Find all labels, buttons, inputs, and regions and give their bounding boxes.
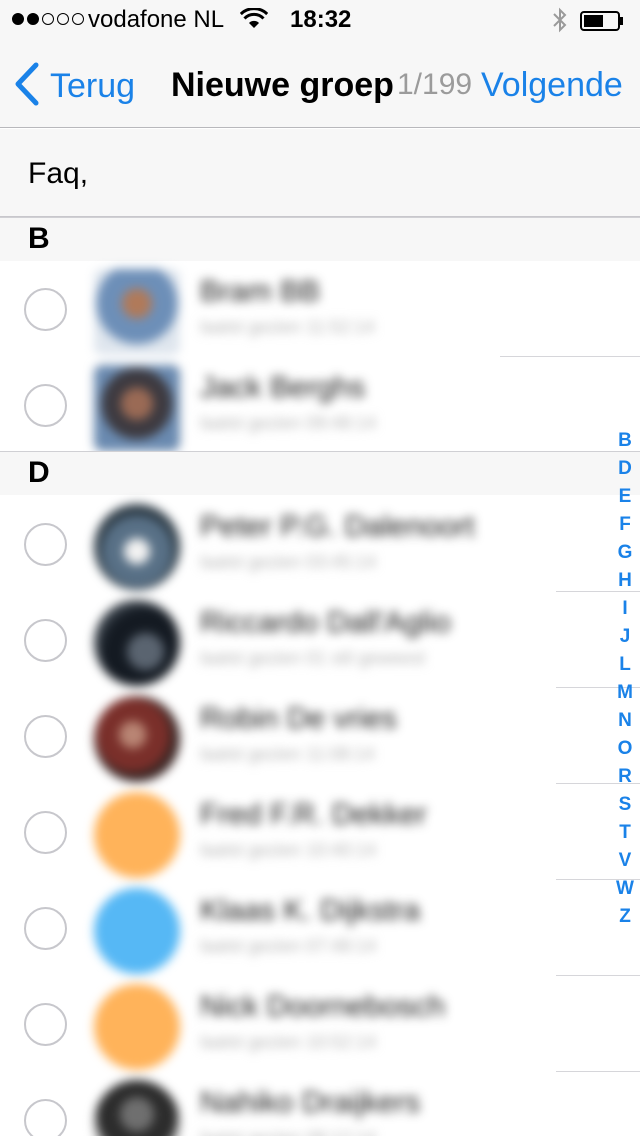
index-letter[interactable]: V xyxy=(619,847,632,875)
contact-row[interactable]: Bram BB laatst gezien 11:52:14 xyxy=(0,261,640,357)
contact-content: Fred F.R. Dekker laatst gezien 10:40:14 xyxy=(90,784,556,880)
clock: 18:32 xyxy=(290,6,352,33)
carrier-name: vodafone NL xyxy=(88,6,225,33)
selection-circle-icon[interactable] xyxy=(24,811,67,854)
index-letter[interactable]: G xyxy=(618,539,633,567)
section-index[interactable]: B D E F G H I J L M N O R S T V W Z xyxy=(610,427,640,931)
contact-content: Nick Doornebosch laatst gezien 10:52:14 xyxy=(90,976,556,1072)
section-letter: B xyxy=(28,222,50,255)
section-letter: D xyxy=(28,456,50,489)
contact-name: Riccardo Dall'Aglio xyxy=(200,606,451,639)
selection-count: 1/199 xyxy=(397,68,473,101)
avatar xyxy=(94,888,180,974)
index-letter[interactable]: B xyxy=(618,427,632,455)
contact-content: Robin De vries laatst gezien 11:08:14 xyxy=(90,688,556,784)
index-letter[interactable]: O xyxy=(618,735,633,763)
wifi-icon xyxy=(239,7,269,37)
contact-content: Nahiko Draijkers laatst gezien 08:12:14 xyxy=(90,1072,556,1136)
contact-status: laatst gezien 10:40:14 xyxy=(200,840,377,860)
contact-status: laatst gezien 07:48:14 xyxy=(200,936,377,956)
status-bar: vodafone NL 18:32 xyxy=(0,0,640,40)
selection-circle-icon[interactable] xyxy=(24,288,67,331)
contact-name: Nahiko Draijkers xyxy=(200,1086,421,1119)
contact-status: laatst gezien 08:12:14 xyxy=(200,1128,376,1136)
navigation-bar: Terug Nieuwe groep 1/199 Volgende xyxy=(0,40,640,128)
group-name-field[interactable]: Faq, xyxy=(0,129,640,217)
index-letter[interactable]: E xyxy=(619,483,632,511)
contact-row[interactable]: Robin De vries laatst gezien 11:08:14 xyxy=(0,688,640,784)
contact-status: laatst gezien 01 stil geweest xyxy=(200,648,426,668)
contact-row[interactable]: Riccardo Dall'Aglio laatst gezien 01 sti… xyxy=(0,592,640,688)
avatar xyxy=(94,984,180,1070)
section-header-d: D xyxy=(0,451,640,495)
screen: vodafone NL 18:32 Terug Nieuwe groep 1/1… xyxy=(0,0,640,1136)
index-letter[interactable]: L xyxy=(619,651,631,679)
avatar xyxy=(94,600,180,686)
contact-content: Klaas K. Dijkstra laatst gezien 07:48:14 xyxy=(90,880,556,976)
section-header-b: B xyxy=(0,217,640,261)
avatar xyxy=(94,269,180,355)
contact-name: Klaas K. Dijkstra xyxy=(200,894,421,927)
page-title: Nieuwe groep xyxy=(171,66,394,104)
index-letter[interactable]: N xyxy=(618,707,632,735)
contact-content: Peter P.G. Dalenoort laatst gezien 03:45… xyxy=(90,496,556,592)
avatar xyxy=(94,504,180,590)
avatar xyxy=(94,792,180,878)
contact-name: Bram BB xyxy=(200,275,321,308)
next-button[interactable]: Volgende xyxy=(481,66,623,105)
selection-circle-icon[interactable] xyxy=(24,619,67,662)
contact-name: Nick Doornebosch xyxy=(200,990,446,1023)
contact-row[interactable]: Fred F.R. Dekker laatst gezien 10:40:14 xyxy=(0,784,640,880)
battery-icon xyxy=(580,10,624,31)
selection-circle-icon[interactable] xyxy=(24,384,67,427)
index-letter[interactable]: J xyxy=(620,623,631,651)
back-label: Terug xyxy=(50,67,136,105)
avatar xyxy=(94,696,180,782)
selection-circle-icon[interactable] xyxy=(24,523,67,566)
contact-status: laatst gezien 11:08:14 xyxy=(200,744,375,764)
avatar xyxy=(94,365,180,451)
contact-status: laatst gezien 10:52:14 xyxy=(200,1032,377,1052)
contact-content: Riccardo Dall'Aglio laatst gezien 01 sti… xyxy=(90,592,556,688)
index-letter[interactable]: H xyxy=(618,567,632,595)
index-letter[interactable]: W xyxy=(616,875,634,903)
contact-row[interactable]: Nahiko Draijkers laatst gezien 08:12:14 xyxy=(0,1072,640,1136)
contact-name: Jack Berghs xyxy=(200,371,366,404)
index-letter[interactable]: T xyxy=(619,819,631,847)
contact-content: Jack Berghs laatst gezien 09:48:14 xyxy=(90,357,500,453)
contact-name: Robin De vries xyxy=(200,702,397,735)
group-name-value: Faq, xyxy=(28,157,89,190)
selection-circle-icon[interactable] xyxy=(24,1099,67,1136)
index-letter[interactable]: I xyxy=(622,595,627,623)
chevron-left-icon xyxy=(14,62,40,111)
back-button[interactable]: Terug xyxy=(14,62,135,111)
contact-status: laatst gezien 11:52:14 xyxy=(200,317,375,337)
avatar xyxy=(94,1080,180,1136)
contact-name: Peter P.G. Dalenoort xyxy=(200,510,475,543)
contact-content: Bram BB laatst gezien 11:52:14 xyxy=(90,261,500,357)
contact-row[interactable]: Peter P.G. Dalenoort laatst gezien 03:45… xyxy=(0,496,640,592)
index-letter[interactable]: S xyxy=(619,791,632,819)
index-letter[interactable]: R xyxy=(618,763,632,791)
bluetooth-icon xyxy=(552,6,568,41)
contact-row[interactable]: Nick Doornebosch laatst gezien 10:52:14 xyxy=(0,976,640,1072)
signal-strength-icon xyxy=(12,13,84,25)
contact-row[interactable]: Jack Berghs laatst gezien 09:48:14 xyxy=(0,357,640,453)
index-letter[interactable]: M xyxy=(617,679,633,707)
selection-circle-icon[interactable] xyxy=(24,1003,67,1046)
selection-circle-icon[interactable] xyxy=(24,907,67,950)
selection-circle-icon[interactable] xyxy=(24,715,67,758)
contact-name: Fred F.R. Dekker xyxy=(200,798,427,831)
contact-row[interactable]: Klaas K. Dijkstra laatst gezien 07:48:14 xyxy=(0,880,640,976)
index-letter[interactable]: Z xyxy=(619,903,631,931)
index-letter[interactable]: F xyxy=(619,511,631,539)
contact-status: laatst gezien 03:45:14 xyxy=(200,552,377,572)
contact-status: laatst gezien 09:48:14 xyxy=(200,413,377,433)
index-letter[interactable]: D xyxy=(618,455,632,483)
